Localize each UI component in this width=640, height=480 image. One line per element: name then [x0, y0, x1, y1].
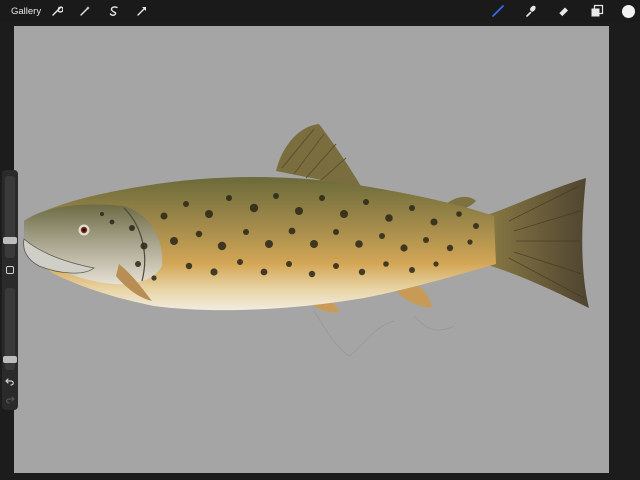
magic-wand-icon[interactable] — [77, 3, 93, 19]
top-toolbar: Gallery — [0, 0, 640, 22]
eraser-icon[interactable] — [556, 3, 572, 19]
brush-size-thumb[interactable] — [3, 237, 17, 244]
brown-trout-artwork — [23, 124, 589, 357]
brush-sidebar — [2, 170, 18, 410]
current-color-icon — [621, 4, 635, 18]
layers-icon[interactable] — [589, 3, 605, 19]
opacity-slider[interactable] — [3, 288, 17, 370]
smudge-icon[interactable] — [523, 3, 539, 19]
color-swatch[interactable] — [620, 3, 636, 19]
undo-button[interactable] — [4, 376, 16, 388]
redo-icon — [6, 396, 15, 404]
selection-icon[interactable] — [106, 3, 122, 19]
gallery-button[interactable]: Gallery — [11, 6, 41, 17]
opacity-thumb[interactable] — [3, 356, 17, 363]
drawing-canvas[interactable] — [14, 26, 609, 473]
transform-icon[interactable] — [134, 3, 150, 19]
wrench-icon[interactable] — [49, 3, 65, 19]
brush-icon[interactable] — [490, 3, 506, 19]
redo-button[interactable] — [4, 394, 16, 406]
brush-size-slider[interactable] — [3, 176, 17, 258]
modify-button[interactable] — [6, 266, 14, 274]
undo-icon — [5, 378, 14, 386]
